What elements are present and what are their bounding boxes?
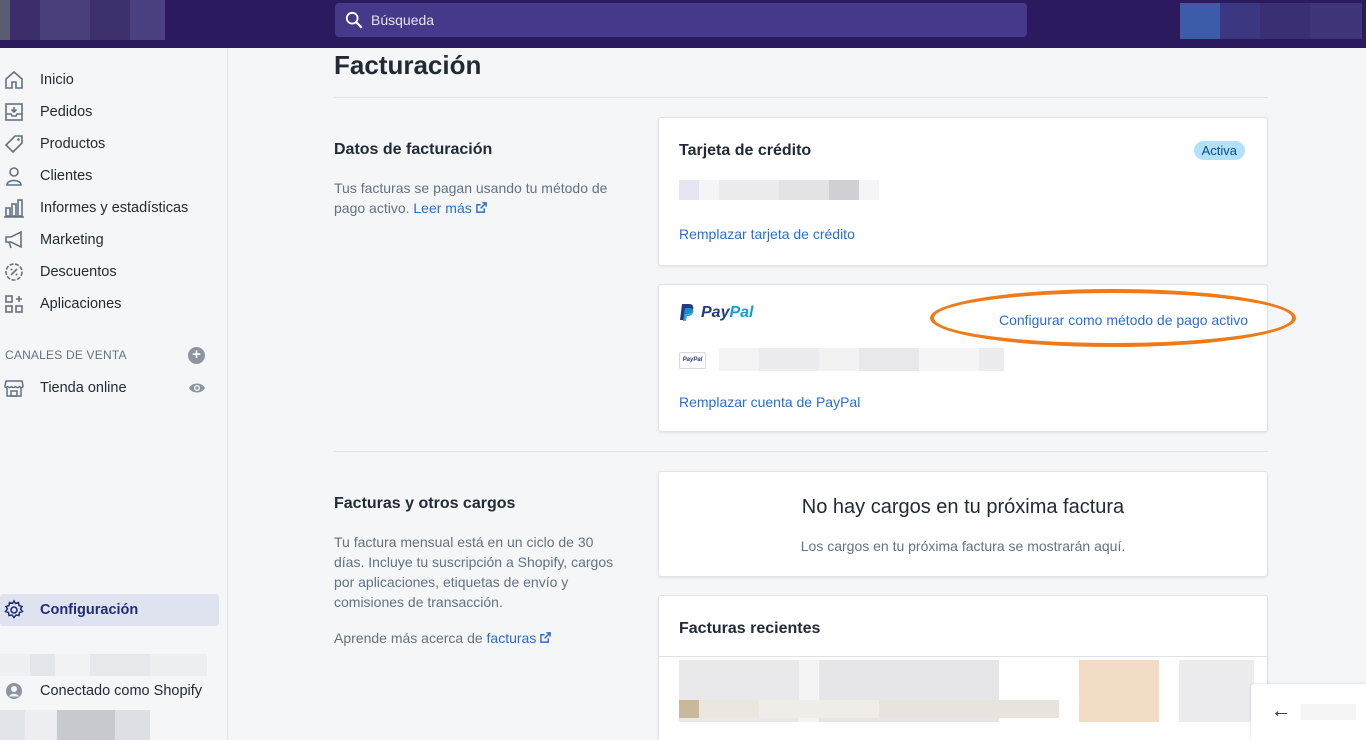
person-icon — [0, 160, 28, 192]
invoices-heading: Facturas y otros cargos — [334, 495, 516, 512]
sidebar-item-label: Aplicaciones — [40, 296, 122, 312]
highlight-annotation — [930, 289, 1296, 347]
credit-card-card: Tarjeta de crédito Activa Remplazar tarj… — [658, 117, 1268, 266]
sidebar-item-descuentos[interactable]: Descuentos — [0, 256, 220, 288]
sidebar-item-configuracion[interactable]: Configuración — [0, 594, 219, 626]
divider — [334, 451, 1268, 452]
sidebar-item-label: Pedidos — [40, 104, 93, 120]
redacted-card-number — [679, 180, 879, 200]
store-logo[interactable] — [0, 0, 175, 40]
status-badge: Activa — [1193, 141, 1245, 160]
learn-more-link[interactable]: Leer más — [413, 200, 487, 216]
invoices-link[interactable]: facturas — [487, 630, 552, 646]
home-icon — [0, 64, 28, 96]
sidebar-item-inicio[interactable]: Inicio — [0, 64, 220, 96]
recent-invoices-title: Facturas recientes — [679, 620, 821, 637]
sidebar-item-label: Marketing — [40, 232, 104, 248]
sidebar-item-informes[interactable]: Informes y estadísticas — [0, 192, 220, 224]
store-icon — [0, 372, 28, 404]
redacted-text — [1301, 704, 1356, 720]
sidebar: Inicio Pedidos Productos Clientes Inform… — [0, 48, 228, 740]
sidebar-item-clientes[interactable]: Clientes — [0, 160, 220, 192]
back-button[interactable]: ← — [1251, 684, 1366, 740]
connected-label: Conectado como Shopify — [40, 683, 203, 699]
search-input[interactable] — [371, 12, 971, 28]
billing-description: Tus facturas se pagan usando tu método d… — [334, 178, 619, 218]
divider — [334, 97, 1268, 98]
sales-channels-title: CANALES DE VENTA — [5, 348, 127, 362]
sidebar-item-label: Informes y estadísticas — [40, 200, 189, 216]
sidebar-item-label: Configuración — [40, 602, 139, 618]
replace-paypal-link[interactable]: Remplazar cuenta de PayPal — [679, 394, 860, 410]
redacted-text — [0, 710, 150, 740]
connected-as: Conectado como Shopify — [0, 682, 202, 700]
redacted-paypal-account — [719, 348, 1004, 371]
sidebar-item-productos[interactable]: Productos — [0, 128, 220, 160]
sidebar-item-label: Tienda online — [40, 380, 127, 396]
sidebar-item-label: Inicio — [40, 72, 74, 88]
discount-icon — [0, 256, 28, 288]
next-bill-card: No hay cargos en tu próxima factura Los … — [658, 471, 1268, 577]
paypal-logo: PayPal — [679, 303, 753, 322]
arrow-left-icon: ← — [1271, 700, 1291, 722]
credit-card-title: Tarjeta de crédito — [679, 142, 812, 159]
orders-icon — [0, 96, 28, 128]
sidebar-item-aplicaciones[interactable]: Aplicaciones — [0, 288, 220, 320]
sidebar-item-tienda-online[interactable]: Tienda online — [0, 372, 220, 404]
paypal-text-2: Pal — [729, 303, 754, 321]
megaphone-icon — [0, 224, 28, 256]
invoices-learn: Aprende más acerca de facturas — [334, 628, 619, 648]
redacted-text — [0, 654, 207, 676]
sidebar-item-label: Descuentos — [40, 264, 117, 280]
invoices-learn-prefix: Aprende más acerca de — [334, 630, 483, 646]
paypal-small-logo: PayPal — [679, 352, 706, 369]
gear-icon — [0, 599, 28, 621]
paypal-text-1: Pay — [701, 303, 730, 321]
redacted-invoice-row — [679, 700, 1059, 718]
search-icon — [345, 11, 363, 29]
top-bar — [0, 0, 1366, 48]
account-menu[interactable] — [1180, 3, 1362, 39]
tag-icon — [0, 128, 28, 160]
add-channel-icon[interactable]: + — [188, 347, 205, 364]
billing-heading: Datos de facturación — [334, 141, 493, 158]
eye-icon[interactable] — [188, 381, 206, 400]
empty-state-title: No hay cargos en tu próxima factura — [801, 496, 1125, 518]
empty-state-text: Los cargos en tu próxima factura se most… — [800, 538, 1126, 554]
sidebar-item-label: Productos — [40, 136, 106, 152]
page-title: Facturación — [334, 50, 482, 80]
recent-invoices-card: Facturas recientes — [658, 595, 1268, 740]
sidebar-item-marketing[interactable]: Marketing — [0, 224, 220, 256]
invoices-description: Tu factura mensual está en un ciclo de 3… — [334, 534, 614, 610]
divider — [659, 656, 1267, 657]
search-bar[interactable] — [335, 3, 1027, 37]
paypal-icon — [680, 304, 694, 321]
external-link-icon — [540, 632, 552, 643]
user-circle-icon — [0, 682, 28, 700]
replace-card-link[interactable]: Remplazar tarjeta de crédito — [679, 226, 855, 242]
apps-icon — [0, 288, 28, 320]
sidebar-item-label: Clientes — [40, 168, 93, 184]
chart-icon — [0, 192, 28, 224]
sidebar-item-pedidos[interactable]: Pedidos — [0, 96, 220, 128]
external-link-icon — [475, 202, 487, 213]
